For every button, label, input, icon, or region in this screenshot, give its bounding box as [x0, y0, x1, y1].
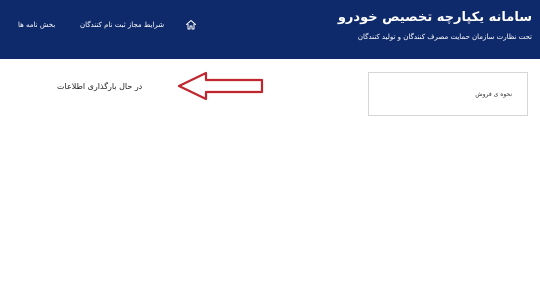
page: سامانه یکپارچه تخصیص خودرو تحت نظارت ساز…	[0, 0, 540, 304]
top-header: سامانه یکپارچه تخصیص خودرو تحت نظارت ساز…	[0, 0, 540, 59]
nav-registration-conditions[interactable]: شرایط مجاز ثبت نام کنندگان	[80, 21, 164, 29]
sales-method-link[interactable]: نحوه ی فروش	[475, 91, 512, 98]
home-icon[interactable]	[185, 19, 197, 31]
site-subtitle: تحت نظارت سازمان حمایت مصرف کنندگان و تو…	[357, 33, 532, 41]
site-title[interactable]: سامانه یکپارچه تخصیص خودرو	[338, 10, 532, 25]
loading-message: در حال بارگذاری اطلاعات	[57, 82, 143, 91]
arrow-left-icon	[177, 71, 264, 101]
nav-circulars[interactable]: بخش نامه ها	[18, 21, 55, 29]
sales-method-panel: نحوه ی فروش	[368, 72, 528, 116]
